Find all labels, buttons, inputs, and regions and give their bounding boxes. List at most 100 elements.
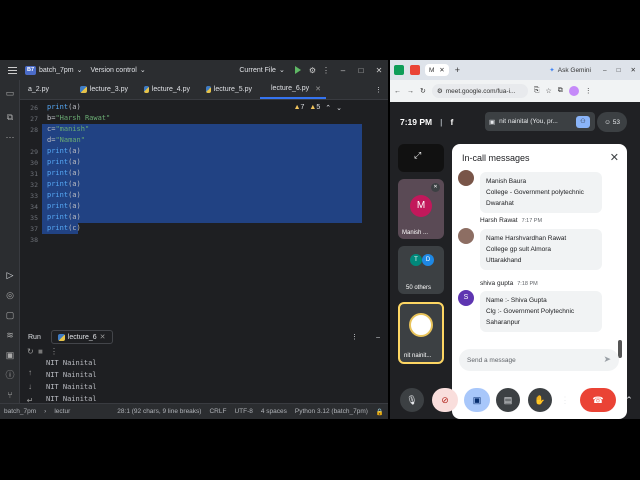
send-message-input[interactable]: Send a message ➤: [459, 349, 619, 371]
editor-tab[interactable]: lecture_6.py ✕: [260, 80, 326, 99]
ask-gemini-button[interactable]: ✦ Ask Gemini: [549, 66, 591, 75]
self-tile[interactable]: nit nainit...: [398, 302, 444, 364]
more-icon[interactable]: ⋮: [375, 86, 388, 94]
mic-icon[interactable]: 🎙: [400, 388, 424, 412]
folder-icon[interactable]: ▭: [5, 88, 15, 98]
status-line-separator[interactable]: CRLF: [209, 408, 226, 415]
raise-hand-icon[interactable]: ✋: [528, 388, 552, 412]
run-config-selector[interactable]: Current File ⌄: [239, 66, 284, 75]
status-position[interactable]: 28:1 (92 chars, 9 line breaks): [117, 408, 201, 415]
code-line[interactable]: print(a): [47, 147, 81, 155]
more-icon[interactable]: ⋮: [50, 347, 58, 356]
status-breadcrumb[interactable]: lectur: [54, 408, 70, 415]
editor-tab[interactable]: a_2.py: [20, 80, 72, 99]
close-icon[interactable]: ✕: [610, 151, 619, 164]
git-icon[interactable]: ⑂: [5, 390, 15, 400]
chevron-down-icon[interactable]: ⌄: [336, 104, 342, 112]
menu-icon[interactable]: ⋮: [585, 87, 592, 95]
code-editor[interactable]: 26 27 28 29 30 31 32 33 34 35 37 38 ▲7 ▲5 ⌃ ⌄ print…: [20, 100, 368, 312]
reload-icon[interactable]: ↻: [420, 87, 426, 95]
maximize-button[interactable]: □: [617, 67, 621, 74]
arrow-down-icon[interactable]: ↓: [25, 382, 35, 392]
code-line[interactable]: b="Harsh Rawat": [47, 114, 110, 122]
problems-icon[interactable]: ⓘ: [5, 370, 15, 380]
close-window-button[interactable]: ✕: [370, 66, 388, 75]
more-tools-icon[interactable]: ⋯: [5, 132, 15, 142]
editor-tab[interactable]: lecture_3.py: [72, 80, 136, 99]
captions-icon[interactable]: ▤: [496, 388, 520, 412]
inspection-widget[interactable]: ▲7 ▲5 ⌃ ⌄: [294, 104, 342, 112]
end-call-icon[interactable]: ☎: [580, 388, 616, 412]
run-icon[interactable]: [294, 66, 301, 74]
close-icon[interactable]: ✕: [439, 67, 444, 74]
more-icon[interactable]: ⋮: [351, 333, 366, 341]
minimize-button[interactable]: –: [334, 66, 352, 75]
debug-icon[interactable]: ⚙: [309, 66, 316, 75]
rerun-icon[interactable]: ↻: [27, 347, 34, 356]
code-line[interactable]: d="Naman": [47, 136, 85, 144]
weak-warning-count: ▲5: [309, 104, 321, 111]
back-icon[interactable]: ←: [394, 88, 401, 95]
layers-icon[interactable]: ≋: [5, 330, 15, 340]
close-window-button[interactable]: ✕: [631, 66, 636, 74]
lock-icon[interactable]: 🔒: [376, 408, 384, 416]
share-icon[interactable]: ⎘: [534, 87, 540, 95]
people-count-badge[interactable]: ☺ 53: [597, 112, 627, 132]
tab-favicon-icon[interactable]: [410, 65, 420, 75]
main-menu-icon[interactable]: [8, 66, 17, 74]
new-tab-icon[interactable]: +: [455, 65, 460, 75]
code-line[interactable]: print(a): [47, 180, 81, 188]
structure-icon[interactable]: ⧉: [5, 112, 15, 122]
meet-favicon-icon[interactable]: [394, 65, 404, 75]
close-icon[interactable]: ✕: [100, 333, 106, 341]
code-line[interactable]: print(a): [47, 169, 81, 177]
profile-icon[interactable]: [568, 86, 579, 96]
vcs-selector[interactable]: Version control ⌄: [91, 66, 146, 75]
minimize-button[interactable]: –: [603, 67, 607, 74]
minimize-panel-icon[interactable]: –: [376, 334, 388, 341]
chevron-up-icon[interactable]: ⌃: [325, 104, 331, 112]
active-tab[interactable]: M ✕: [425, 64, 449, 76]
run-config-tab[interactable]: lecture_6 ✕: [50, 330, 113, 344]
editor-tab[interactable]: lecture_5.py: [198, 80, 260, 99]
send-icon[interactable]: ➤: [603, 354, 611, 365]
extensions-icon[interactable]: ⧉: [558, 87, 563, 95]
code-line[interactable]: print(a): [47, 158, 81, 166]
site-info-icon[interactable]: ⚙: [437, 87, 443, 95]
editor-tab[interactable]: lecture_4.py: [136, 80, 198, 99]
more-icon[interactable]: ⋮: [322, 66, 330, 75]
others-tile[interactable]: T D 50 others: [398, 246, 444, 294]
maximize-button[interactable]: □: [352, 66, 370, 75]
forward-icon[interactable]: →: [407, 88, 414, 95]
code-line[interactable]: print(a): [47, 202, 81, 210]
status-indent[interactable]: 4 spaces: [261, 408, 287, 415]
python-packages-icon[interactable]: ◎: [5, 290, 15, 300]
camera-off-icon[interactable]: ⊘: [432, 388, 458, 412]
more-options-icon[interactable]: ⋮: [558, 388, 572, 412]
captions-icon[interactable]: ⚇: [576, 116, 590, 128]
address-bar[interactable]: ⚙ meet.google.com/fua-i...: [431, 84, 528, 98]
terminal-icon[interactable]: ▣: [5, 350, 15, 360]
code-line[interactable]: print(a): [47, 103, 81, 111]
status-interpreter[interactable]: Python 3.12 (batch_7pm): [295, 408, 368, 415]
arrow-up-icon[interactable]: ↑: [25, 368, 35, 378]
status-encoding[interactable]: UTF-8: [234, 408, 252, 415]
code-line[interactable]: print(a): [47, 213, 81, 221]
chevron-up-icon[interactable]: ⌃: [622, 388, 636, 412]
more-icon[interactable]: f: [451, 117, 454, 127]
python-console-icon[interactable]: ▢: [5, 310, 15, 320]
star-icon[interactable]: ☆: [545, 87, 551, 95]
chat-scrollbar[interactable]: [618, 340, 622, 358]
status-project[interactable]: batch_7pm: [4, 408, 36, 415]
code-line[interactable]: print(a): [47, 191, 81, 199]
participant-tile[interactable]: ✕ M Manish ...: [398, 179, 444, 239]
stop-icon[interactable]: ■: [38, 347, 43, 356]
project-selector[interactable]: B7 batch_7pm ⌄: [25, 65, 83, 75]
expand-icon[interactable]: ⤢: [414, 150, 421, 161]
self-screen-tile[interactable]: ⤢: [398, 144, 444, 172]
close-icon[interactable]: ✕: [315, 85, 321, 93]
run-tool-icon[interactable]: ▷: [5, 270, 15, 280]
present-screen-icon[interactable]: ▣: [464, 388, 490, 412]
code-line[interactable]: c="manish": [47, 125, 89, 133]
code-line[interactable]: print(c): [47, 224, 81, 232]
